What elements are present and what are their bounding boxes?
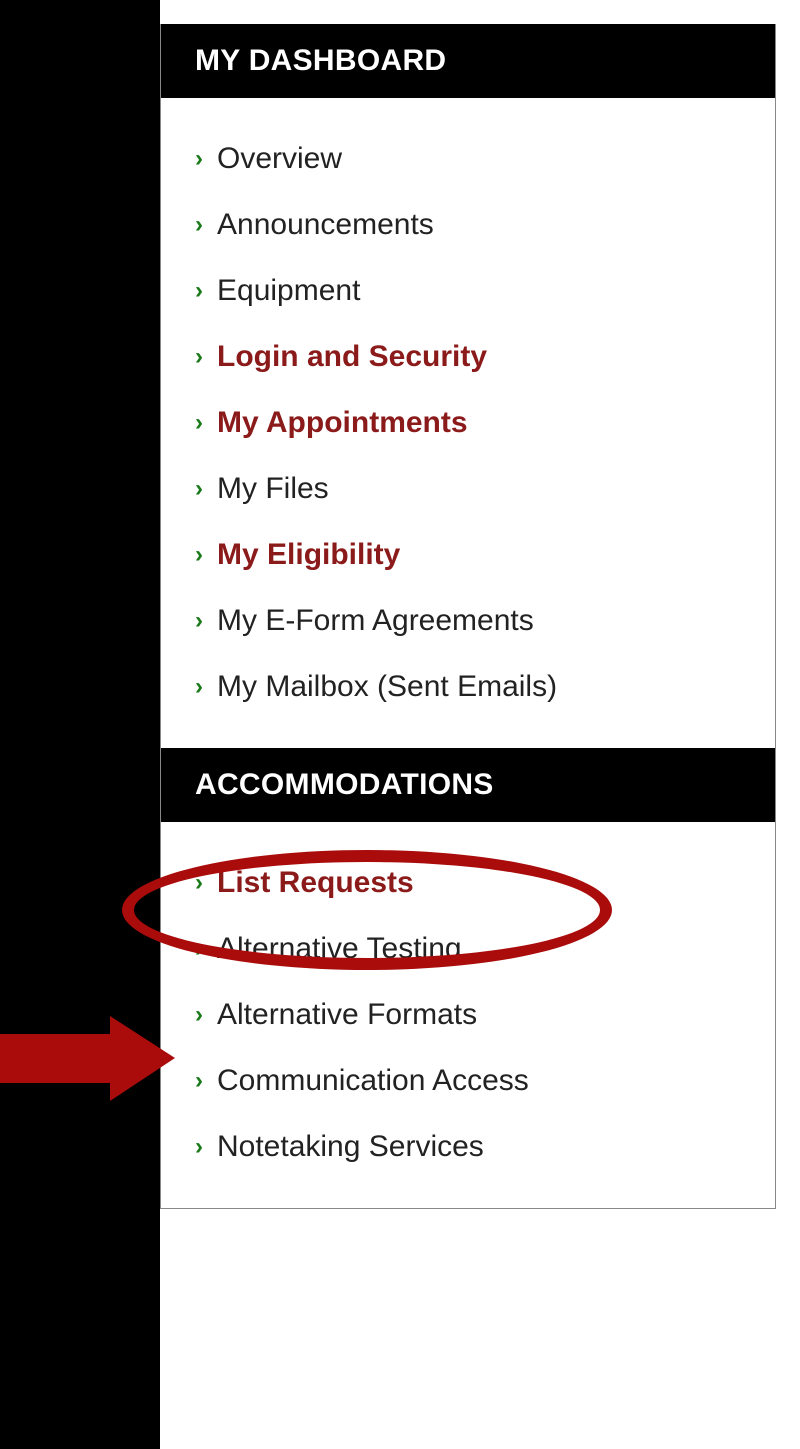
nav-list-accommodations: › List Requests › Alternative Testing › … bbox=[161, 822, 775, 1208]
chevron-right-icon: › bbox=[195, 1133, 203, 1161]
sidebar-item-alternative-formats[interactable]: › Alternative Formats bbox=[195, 982, 755, 1048]
sidebar-item-label: My E-Form Agreements bbox=[217, 604, 534, 638]
chevron-right-icon: › bbox=[195, 935, 203, 963]
sidebar-item-overview[interactable]: › Overview bbox=[195, 126, 755, 192]
left-black-panel bbox=[0, 0, 160, 1449]
chevron-right-icon: › bbox=[195, 1067, 203, 1095]
sidebar-item-label: Alternative Formats bbox=[217, 998, 477, 1032]
sidebar-item-my-eligibility[interactable]: › My Eligibility bbox=[195, 522, 755, 588]
sidebar-item-label: Overview bbox=[217, 142, 342, 176]
chevron-right-icon: › bbox=[195, 607, 203, 635]
section-header-dashboard: MY DASHBOARD bbox=[161, 24, 775, 98]
sidebar-item-notetaking-services[interactable]: › Notetaking Services bbox=[195, 1114, 755, 1180]
chevron-right-icon: › bbox=[195, 211, 203, 239]
sidebar-item-eform-agreements[interactable]: › My E-Form Agreements bbox=[195, 588, 755, 654]
sidebar-item-label: My Mailbox (Sent Emails) bbox=[217, 670, 557, 704]
sidebar-navigation: MY DASHBOARD › Overview › Announcements … bbox=[160, 24, 776, 1209]
sidebar-item-label: Communication Access bbox=[217, 1064, 529, 1098]
sidebar-item-label: Equipment bbox=[217, 274, 360, 308]
sidebar-item-label: Login and Security bbox=[217, 340, 487, 374]
sidebar-item-my-appointments[interactable]: › My Appointments bbox=[195, 390, 755, 456]
sidebar-item-alternative-testing[interactable]: › Alternative Testing bbox=[195, 916, 755, 982]
sidebar-item-label: List Requests bbox=[217, 866, 414, 900]
chevron-right-icon: › bbox=[195, 869, 203, 897]
sidebar-item-label: Announcements bbox=[217, 208, 434, 242]
sidebar-item-label: My Files bbox=[217, 472, 329, 506]
chevron-right-icon: › bbox=[195, 1001, 203, 1029]
chevron-right-icon: › bbox=[195, 409, 203, 437]
sidebar-item-my-files[interactable]: › My Files bbox=[195, 456, 755, 522]
sidebar-item-login-security[interactable]: › Login and Security bbox=[195, 324, 755, 390]
chevron-right-icon: › bbox=[195, 475, 203, 503]
sidebar-item-label: My Appointments bbox=[217, 406, 468, 440]
sidebar-item-my-mailbox[interactable]: › My Mailbox (Sent Emails) bbox=[195, 654, 755, 720]
sidebar-item-label: My Eligibility bbox=[217, 538, 400, 572]
sidebar-item-announcements[interactable]: › Announcements bbox=[195, 192, 755, 258]
sidebar-item-equipment[interactable]: › Equipment bbox=[195, 258, 755, 324]
section-header-accommodations: ACCOMMODATIONS bbox=[161, 748, 775, 822]
chevron-right-icon: › bbox=[195, 541, 203, 569]
sidebar-item-label: Notetaking Services bbox=[217, 1130, 484, 1164]
sidebar-item-communication-access[interactable]: › Communication Access bbox=[195, 1048, 755, 1114]
chevron-right-icon: › bbox=[195, 343, 203, 371]
chevron-right-icon: › bbox=[195, 673, 203, 701]
sidebar-item-list-requests[interactable]: › List Requests bbox=[195, 850, 755, 916]
chevron-right-icon: › bbox=[195, 277, 203, 305]
nav-list-dashboard: › Overview › Announcements › Equipment ›… bbox=[161, 98, 775, 748]
chevron-right-icon: › bbox=[195, 145, 203, 173]
sidebar-item-label: Alternative Testing bbox=[217, 932, 462, 966]
